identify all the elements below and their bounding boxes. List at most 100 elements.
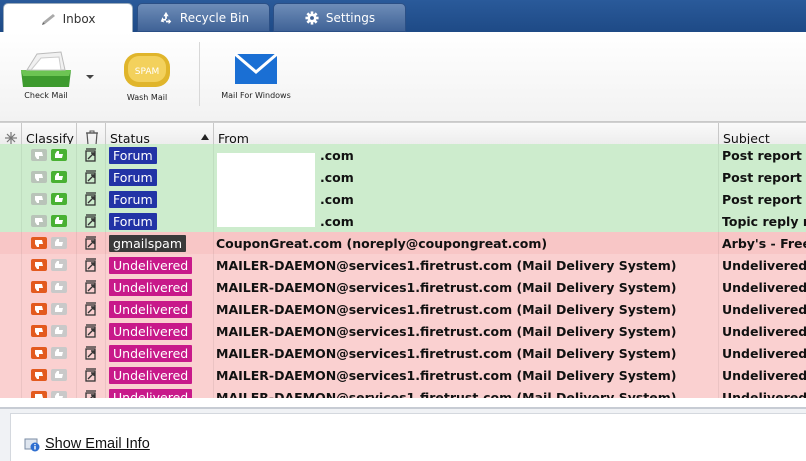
bounce-icon[interactable]: [83, 169, 99, 185]
table-row[interactable]: Undelivered MAILER-DAEMON@services1.fire…: [0, 298, 806, 320]
thumbs-down-icon[interactable]: [30, 280, 48, 294]
row-marker: [0, 298, 22, 320]
table-row[interactable]: gmailspam CouponGreat.com (noreply@coupo…: [0, 232, 806, 254]
thumbs-up-icon[interactable]: [50, 368, 68, 382]
thumbs-up-icon[interactable]: [50, 192, 68, 206]
chevron-down-icon: [86, 75, 94, 79]
thumbs-up-icon[interactable]: [50, 258, 68, 272]
delete-cell: [77, 210, 106, 232]
bounce-icon[interactable]: [83, 367, 99, 383]
status-cell: gmailspam: [106, 232, 214, 254]
delete-cell: [77, 144, 106, 166]
from-text: .com: [320, 169, 354, 185]
check-mail-button[interactable]: Check Mail: [18, 50, 74, 100]
tab-inbox[interactable]: Inbox: [3, 3, 133, 33]
thumbs-down-icon[interactable]: [30, 390, 48, 398]
bounce-icon[interactable]: [83, 147, 99, 163]
bounce-icon[interactable]: [83, 235, 99, 251]
subject-cell: Undelivered M: [719, 298, 806, 320]
subject-text: Undelivered M: [722, 389, 806, 399]
spam-soap-icon: SPAM: [124, 53, 170, 87]
tab-settings[interactable]: Settings: [273, 3, 406, 32]
check-mail-dropdown[interactable]: [84, 68, 96, 80]
thumbs-up-icon[interactable]: [50, 280, 68, 294]
bounce-icon[interactable]: [83, 389, 99, 398]
pen-mail-icon: [41, 13, 55, 25]
row-marker: [0, 166, 22, 188]
table-row[interactable]: Undelivered MAILER-DAEMON@services1.fire…: [0, 320, 806, 342]
redaction-block: [217, 153, 315, 227]
bounce-icon[interactable]: [83, 191, 99, 207]
subject-text: Post report - ": [722, 147, 806, 163]
mail-for-windows-button[interactable]: Mail For Windows: [218, 50, 294, 100]
status-badge: Undelivered: [109, 366, 193, 384]
subject-cell: Post report - ": [719, 166, 806, 188]
thumbs-up-icon[interactable]: [50, 324, 68, 338]
bounce-icon[interactable]: [83, 323, 99, 339]
from-cell: CouponGreat.com (noreply@coupongreat.com…: [214, 232, 719, 254]
thumbs-up-icon[interactable]: [50, 214, 68, 228]
from-text: MAILER-DAEMON@services1.firetrust.com (M…: [216, 345, 677, 361]
status-badge: Forum: [109, 190, 157, 208]
table-row[interactable]: Forum .com Post report - ": [0, 166, 806, 188]
table-row[interactable]: Undelivered MAILER-DAEMON@services1.fire…: [0, 364, 806, 386]
thumbs-up-icon[interactable]: [50, 236, 68, 250]
delete-cell: [77, 166, 106, 188]
delete-cell: [77, 320, 106, 342]
show-email-info-link[interactable]: Show Email Info: [24, 436, 150, 452]
table-row[interactable]: Forum .com Post report - ": [0, 188, 806, 210]
status-cell: Undelivered: [106, 342, 214, 364]
row-marker: [0, 276, 22, 298]
thumbs-up-icon[interactable]: [50, 148, 68, 162]
thumbs-down-icon[interactable]: [30, 346, 48, 360]
row-marker: [0, 320, 22, 342]
subject-text: Undelivered M: [722, 367, 806, 383]
thumbs-down-icon[interactable]: [30, 258, 48, 272]
subject-text: Undelivered M: [722, 257, 806, 273]
table-row[interactable]: Undelivered MAILER-DAEMON@services1.fire…: [0, 254, 806, 276]
tab-recycle-bin[interactable]: Recycle Bin: [137, 3, 270, 32]
table-row[interactable]: Undelivered MAILER-DAEMON@services1.fire…: [0, 342, 806, 364]
from-text: MAILER-DAEMON@services1.firetrust.com (M…: [216, 389, 677, 399]
thumbs-down-icon[interactable]: [30, 302, 48, 316]
bounce-icon[interactable]: [83, 279, 99, 295]
thumbs-down-icon[interactable]: [30, 214, 48, 228]
classify-cell: [22, 342, 77, 364]
thumbs-up-icon[interactable]: [50, 390, 68, 398]
table-row[interactable]: Forum .com Topic reply no: [0, 210, 806, 232]
status-badge: Forum: [109, 146, 157, 164]
thumbs-down-icon[interactable]: [30, 170, 48, 184]
bounce-icon[interactable]: [83, 345, 99, 361]
wash-mail-button[interactable]: SPAM Wash Mail: [121, 50, 173, 102]
from-cell: MAILER-DAEMON@services1.firetrust.com (M…: [214, 276, 719, 298]
tab-label: Settings: [325, 10, 376, 25]
table-row[interactable]: Forum .com Post report - ": [0, 144, 806, 166]
subject-cell: Undelivered M: [719, 276, 806, 298]
classify-cell: [22, 232, 77, 254]
wash-mail-icon-text: SPAM: [135, 67, 160, 77]
subject-cell: Post report - ": [719, 144, 806, 166]
table-row[interactable]: Undelivered MAILER-DAEMON@services1.fire…: [0, 276, 806, 298]
subject-text: Undelivered M: [722, 279, 806, 295]
thumbs-up-icon[interactable]: [50, 302, 68, 316]
bounce-icon[interactable]: [83, 301, 99, 317]
thumbs-down-icon[interactable]: [30, 192, 48, 206]
status-badge: Undelivered: [109, 322, 193, 340]
delete-cell: [77, 364, 106, 386]
thumbs-up-icon[interactable]: [50, 170, 68, 184]
table-row[interactable]: Undelivered MAILER-DAEMON@services1.fire…: [0, 386, 806, 398]
thumbs-up-icon[interactable]: [50, 346, 68, 360]
bounce-icon[interactable]: [83, 213, 99, 229]
from-text: .com: [320, 213, 354, 229]
delete-cell: [77, 298, 106, 320]
thumbs-down-icon[interactable]: [30, 236, 48, 250]
from-cell: MAILER-DAEMON@services1.firetrust.com (M…: [214, 342, 719, 364]
info-icon: [24, 438, 40, 452]
delete-cell: [77, 342, 106, 364]
thumbs-down-icon[interactable]: [30, 148, 48, 162]
bounce-icon[interactable]: [83, 257, 99, 273]
classify-cell: [22, 386, 77, 398]
delete-cell: [77, 188, 106, 210]
thumbs-down-icon[interactable]: [30, 324, 48, 338]
thumbs-down-icon[interactable]: [30, 368, 48, 382]
